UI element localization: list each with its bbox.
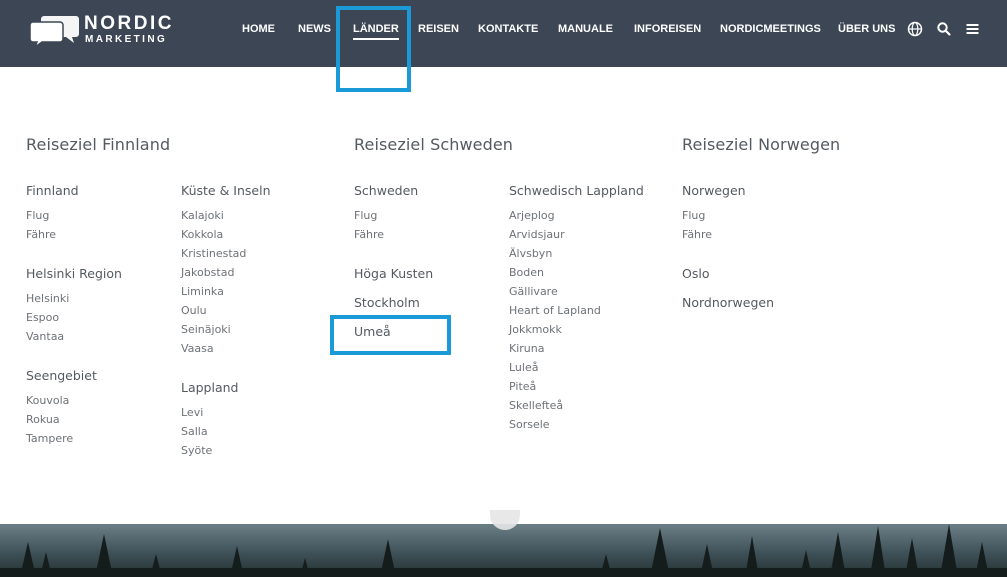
menu-icon[interactable] [965,21,981,37]
nav-inforeisen[interactable]: INFOREISEN [634,22,701,36]
link-jakobstad[interactable]: Jakobstad [181,266,234,280]
link-arjeplog[interactable]: Arjeplog [509,209,555,223]
speech-bubbles-icon [30,16,79,48]
logo-text-nordic: NORDIC [84,13,174,34]
group-hoega-kusten[interactable]: Höga Kusten [354,266,433,282]
link-finnland-faehre[interactable]: Fähre [26,228,56,242]
link-skelleftea[interactable]: Skellefteå [509,399,563,413]
link-kouvola[interactable]: Kouvola [26,394,69,408]
link-heart-of-lapland[interactable]: Heart of Lapland [509,304,601,318]
tree-silhouettes [0,524,1007,577]
link-levi[interactable]: Levi [181,406,203,420]
link-kokkola[interactable]: Kokkola [181,228,223,242]
group-lappland[interactable]: Lappland [181,380,238,396]
group-umea[interactable]: Umeå [354,324,391,340]
link-espoo[interactable]: Espoo [26,311,59,325]
title-reiseziel-finnland[interactable]: Reiseziel Finnland [26,135,170,155]
globe-icon[interactable] [907,21,923,37]
nav-nordicmeetings[interactable]: NORDICMEETINGS [720,22,821,36]
link-vaasa[interactable]: Vaasa [181,342,214,356]
hero-photo-aurora-forest [0,524,1007,577]
group-schweden[interactable]: Schweden [354,183,418,199]
link-kalajoki[interactable]: Kalajoki [181,209,224,223]
link-schweden-flug[interactable]: Flug [354,209,377,223]
link-norwegen-faehre[interactable]: Fähre [682,228,712,242]
nordic-marketing-logo[interactable]: NORDIC MARKETING [30,14,171,48]
link-norwegen-flug[interactable]: Flug [682,209,705,223]
group-finnland[interactable]: Finnland [26,183,79,199]
link-arvidsjaur[interactable]: Arvidsjaur [509,228,565,242]
link-syoete[interactable]: Syöte [181,444,212,458]
logo-text-marketing: MARKETING [85,34,168,45]
search-icon[interactable] [936,21,952,37]
link-kristinestad[interactable]: Kristinestad [181,247,246,261]
group-nordnorwegen[interactable]: Nordnorwegen [682,295,774,311]
nav-laender[interactable]: LÄNDER [353,22,399,40]
link-salla[interactable]: Salla [181,425,208,439]
link-helsinki[interactable]: Helsinki [26,292,69,306]
link-liminka[interactable]: Liminka [181,285,224,299]
group-helsinki-region[interactable]: Helsinki Region [26,266,122,282]
link-kiruna[interactable]: Kiruna [509,342,544,356]
link-lulea[interactable]: Luleå [509,361,538,375]
link-oulu[interactable]: Oulu [181,304,207,318]
nav-ueber-uns[interactable]: ÜBER UNS [838,22,895,36]
link-sorsele[interactable]: Sorsele [509,418,550,432]
nav-home[interactable]: HOME [242,22,275,36]
title-reiseziel-norwegen[interactable]: Reiseziel Norwegen [682,135,840,155]
link-rokua[interactable]: Rokua [26,413,60,427]
title-reiseziel-schweden[interactable]: Reiseziel Schweden [354,135,513,155]
site-header: NORDIC MARKETING HOME NEWS LÄNDER REISEN… [0,0,1007,67]
link-pitea[interactable]: Piteå [509,380,536,394]
group-oslo[interactable]: Oslo [682,266,709,282]
group-stockholm[interactable]: Stockholm [354,295,420,311]
group-norwegen[interactable]: Norwegen [682,183,746,199]
nav-manuale[interactable]: MANUALE [558,22,613,36]
link-boden[interactable]: Boden [509,266,544,280]
link-schweden-faehre[interactable]: Fähre [354,228,384,242]
link-jokkmokk[interactable]: Jokkmokk [509,323,562,337]
group-seengebiet[interactable]: Seengebiet [26,368,97,384]
nav-news[interactable]: NEWS [298,22,331,36]
link-gaellivare[interactable]: Gällivare [509,285,558,299]
nav-reisen[interactable]: REISEN [418,22,459,36]
link-vantaa[interactable]: Vantaa [26,330,64,344]
group-schwedisch-lappland[interactable]: Schwedisch Lappland [509,183,644,199]
group-kueste-inseln[interactable]: Küste & Inseln [181,183,271,199]
link-seinaejoki[interactable]: Seinäjoki [181,323,231,337]
nav-kontakte[interactable]: KONTAKTE [478,22,538,36]
link-tampere[interactable]: Tampere [26,432,73,446]
link-aelvsbyn[interactable]: Älvsbyn [509,247,552,261]
link-finnland-flug[interactable]: Flug [26,209,49,223]
